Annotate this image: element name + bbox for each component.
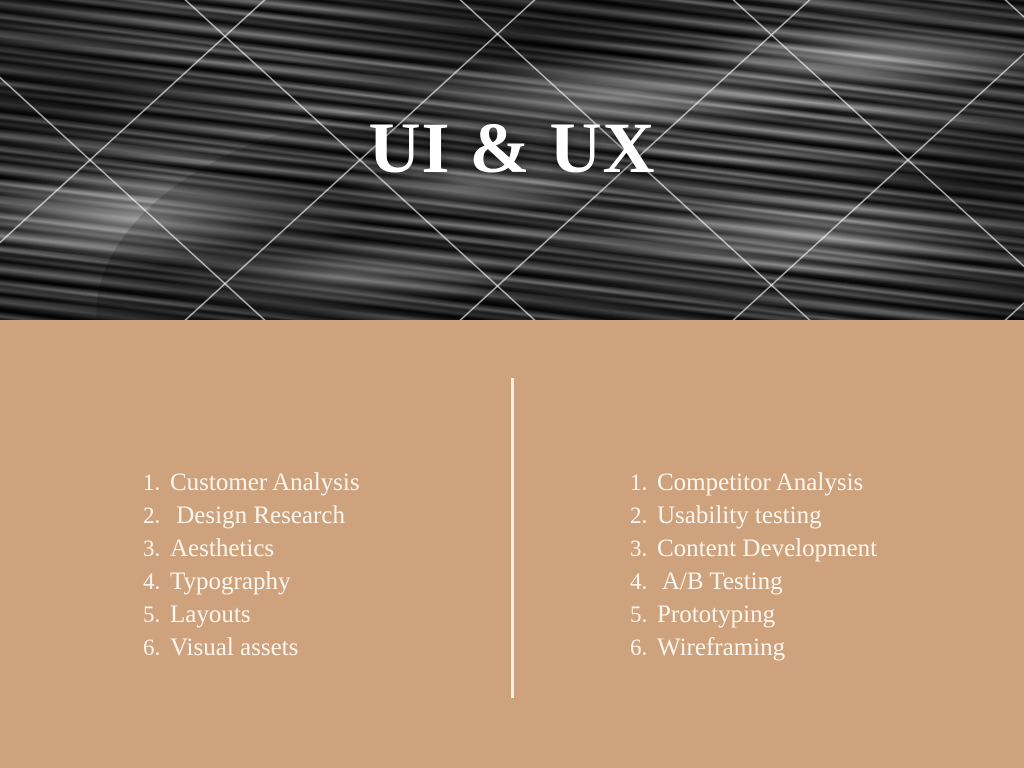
list-item-number: 2. [143, 503, 161, 528]
list-item-label: Visual assets [170, 634, 299, 661]
list-item[interactable]: 5. Layouts [143, 598, 360, 631]
list-item-label: Customer Analysis [170, 469, 360, 496]
list-item-number: 4. [630, 569, 648, 594]
content-panel: 1. Customer Analysis 2. Design Research … [0, 320, 1024, 768]
list-item-label: Aesthetics [170, 535, 275, 562]
left-list: 1. Customer Analysis 2. Design Research … [143, 466, 360, 664]
list-item[interactable]: 6. Visual assets [143, 631, 360, 664]
list-item[interactable]: 3. Content Development [630, 532, 877, 565]
list-item[interactable]: 2. Usability testing [630, 499, 877, 532]
list-item-number: 6. [143, 635, 161, 660]
presentation-slide: UI & UX 1. Customer Analysis 2. Design R… [0, 0, 1024, 768]
list-item[interactable]: 6. Wireframing [630, 631, 877, 664]
right-column: 1. Competitor Analysis 2. Usability test… [630, 466, 877, 664]
list-item[interactable]: 1. Competitor Analysis [630, 466, 877, 499]
list-item-label: Typography [170, 568, 291, 595]
right-list: 1. Competitor Analysis 2. Usability test… [630, 466, 877, 664]
list-item-label: Layouts [170, 601, 251, 628]
list-item-number: 3. [630, 536, 648, 561]
list-item-label: A/B Testing [657, 568, 783, 595]
page-title: UI & UX [368, 108, 656, 188]
list-item-number: 1. [143, 470, 161, 495]
column-divider [511, 378, 514, 698]
list-item[interactable]: 3. Aesthetics [143, 532, 360, 565]
list-item-number: 3. [143, 536, 161, 561]
list-item-number: 5. [630, 602, 648, 627]
list-item-number: 4. [143, 569, 161, 594]
header-photo: UI & UX [0, 0, 1024, 320]
list-item-label: Competitor Analysis [657, 469, 864, 496]
list-item-label: Usability testing [657, 502, 822, 529]
list-item-label: Prototyping [657, 601, 776, 628]
list-item-label: Design Research [170, 502, 345, 529]
list-item-number: 6. [630, 635, 648, 660]
list-item[interactable]: 4. Typography [143, 565, 360, 598]
list-item[interactable]: 5. Prototyping [630, 598, 877, 631]
list-item-label: Content Development [657, 535, 878, 562]
list-item[interactable]: 2. Design Research [143, 499, 360, 532]
list-item-label: Wireframing [657, 634, 786, 661]
list-item[interactable]: 1. Customer Analysis [143, 466, 360, 499]
list-item-number: 5. [143, 602, 161, 627]
left-column: 1. Customer Analysis 2. Design Research … [143, 466, 360, 664]
list-item-number: 2. [630, 503, 648, 528]
list-item-number: 1. [630, 470, 648, 495]
list-item[interactable]: 4. A/B Testing [630, 565, 877, 598]
